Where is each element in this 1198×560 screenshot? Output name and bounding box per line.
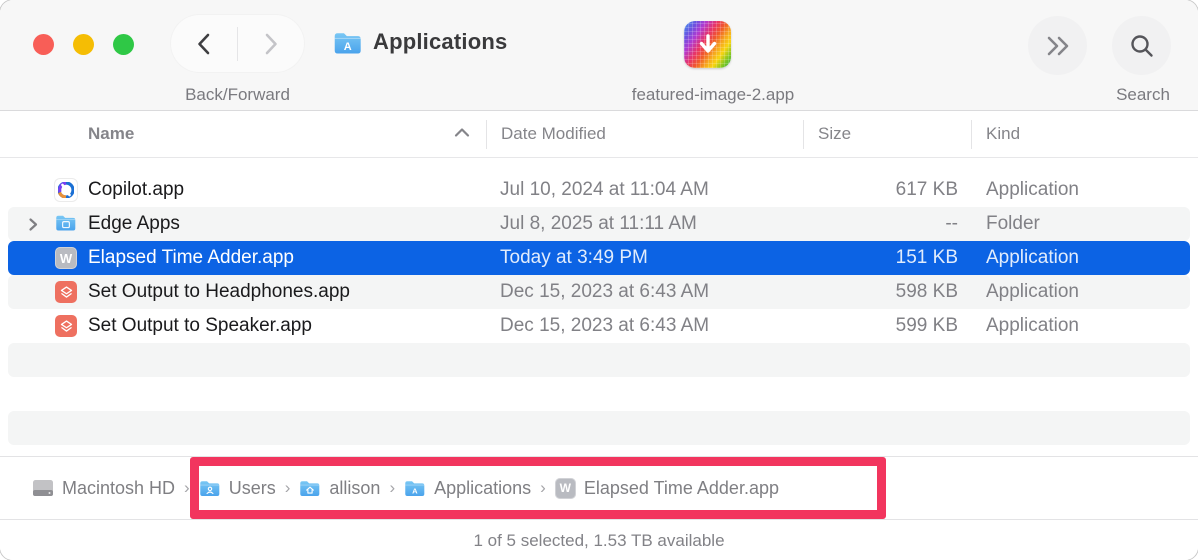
column-divider[interactable] [486,120,487,149]
breadcrumb-separator: › [389,478,396,497]
search-icon [1130,34,1153,57]
svg-text:A: A [412,487,418,496]
breadcrumb-label: Elapsed Time Adder.app [583,477,779,498]
column-divider[interactable] [803,120,804,149]
column-header-kind[interactable]: Kind [986,111,1020,157]
breadcrumb-label: allison [329,477,381,498]
column-header-name[interactable]: Name [88,111,134,157]
users-folder-icon [199,481,220,497]
file-kind: Application [986,179,1079,200]
applications-folder-icon: A [334,32,361,53]
file-size: 151 KB [895,247,958,268]
close-button[interactable] [33,34,54,55]
breadcrumb-label: Users [228,477,276,498]
file-kind: Application [986,281,1079,302]
search-button[interactable] [1112,16,1171,75]
table-row[interactable]: Set Output to Headphones.app Dec 15, 202… [0,275,1198,309]
file-date: Today at 3:49 PM [500,247,648,268]
zoom-button[interactable] [113,34,134,55]
file-name: Elapsed Time Adder.app [88,247,294,268]
back-forward-control [171,15,304,72]
shortcuts-icon [55,315,77,337]
column-header-row: Name Date Modified Size Kind [0,111,1198,158]
breadcrumb-separator: › [284,478,291,497]
featured-app-label: featured-image-2.app [631,85,795,104]
back-forward-label: Back/Forward [185,85,290,104]
file-name: Set Output to Headphones.app [88,281,350,302]
file-date: Dec 15, 2023 at 6:43 AM [500,281,710,302]
file-list: Copilot.app Jul 10, 2024 at 11:04 AM 617… [0,158,1198,445]
file-kind: Application [986,315,1079,336]
status-bar: 1 of 5 selected, 1.53 TB available [0,519,1198,560]
file-kind: Application [986,247,1079,268]
column-header-date-modified[interactable]: Date Modified [501,111,606,157]
chevrons-right-icon [1047,36,1068,55]
breadcrumb-separator: › [184,478,190,497]
file-name: Edge Apps [88,213,180,234]
finder-window: Back/Forward A Applications featured-ima… [0,0,1198,560]
column-header-size[interactable]: Size [818,111,851,157]
file-date: Jul 8, 2025 at 11:11 AM [500,213,697,234]
breadcrumb-separator: › [540,478,546,497]
file-size: 599 KB [895,315,958,336]
disclosure-chevron-icon[interactable] [27,217,39,232]
back-button[interactable] [171,15,237,72]
chevron-right-icon [265,33,277,54]
file-name: Set Output to Speaker.app [88,315,312,336]
table-row[interactable]: Edge Apps Jul 8, 2025 at 11:11 AM -- Fol… [0,207,1198,241]
down-arrow-icon [699,33,716,53]
w-app-icon: W [55,247,77,269]
drive-icon [33,480,53,496]
shortcuts-icon [55,281,77,303]
w-app-icon: W [554,477,576,499]
search-label: Search [1116,85,1170,104]
chevron-left-icon [198,33,210,54]
file-kind: Folder [986,213,1040,234]
file-size: -- [945,213,958,234]
file-date: Jul 10, 2024 at 11:04 AM [500,179,709,200]
status-text: 1 of 5 selected, 1.53 TB available [473,530,725,550]
breadcrumb-home[interactable]: allison [299,478,380,499]
breadcrumb-label: Applications [434,477,532,498]
toolbar-overflow-button[interactable] [1028,16,1087,75]
path-bar: Macintosh HD › Users › allison › A Appli… [0,456,1198,519]
breadcrumb-applications[interactable]: A Applications [404,478,531,499]
column-divider[interactable] [971,120,972,149]
breadcrumb-label: Macintosh HD [62,477,176,498]
file-size: 617 KB [895,179,958,200]
sort-ascending-icon [454,128,470,137]
window-title: A Applications [333,29,507,55]
empty-row [0,411,1198,445]
breadcrumb-users[interactable]: Users [199,478,276,499]
breadcrumb-elapsed-time-adder[interactable]: W Elapsed Time Adder.app [554,477,779,499]
page-title: Applications [373,29,508,54]
home-folder-icon [300,481,320,497]
minimize-button[interactable] [73,34,94,55]
featured-app-icon[interactable] [684,21,731,68]
copilot-icon [55,179,77,201]
forward-button[interactable] [238,15,304,72]
empty-row [0,343,1198,377]
breadcrumb-macintosh-hd[interactable]: Macintosh HD [32,478,175,499]
table-row-selected[interactable]: W Elapsed Time Adder.app Today at 3:49 P… [0,241,1198,275]
file-name: Copilot.app [88,179,185,200]
file-size: 598 KB [895,281,958,302]
file-date: Dec 15, 2023 at 6:43 AM [500,315,710,336]
window-controls [33,34,134,55]
folder-icon [55,213,77,235]
toolbar: Back/Forward A Applications featured-ima… [0,0,1198,111]
svg-text:A: A [344,41,352,53]
table-row[interactable]: Copilot.app Jul 10, 2024 at 11:04 AM 617… [0,173,1198,207]
table-row[interactable]: Set Output to Speaker.app Dec 15, 2023 a… [0,309,1198,343]
empty-row [0,377,1198,411]
applications-folder-icon: A [405,481,425,497]
